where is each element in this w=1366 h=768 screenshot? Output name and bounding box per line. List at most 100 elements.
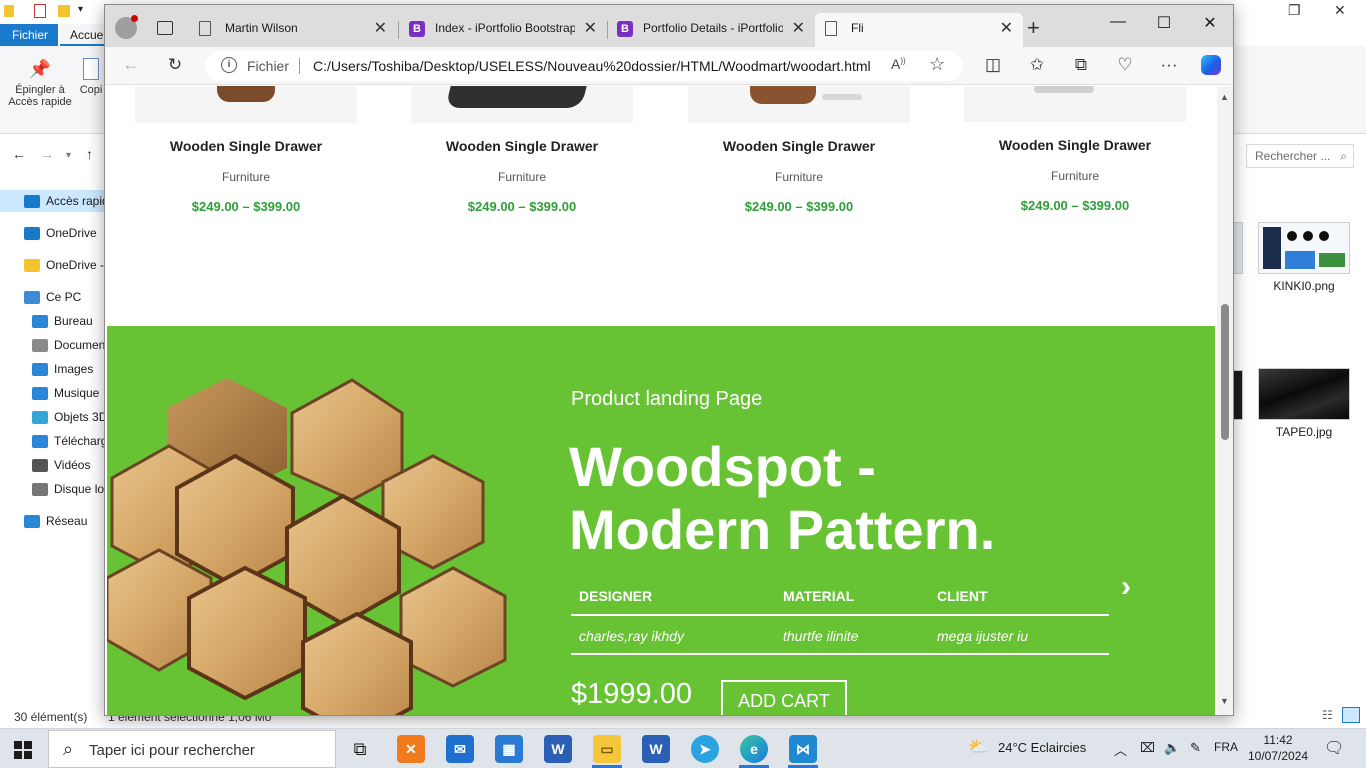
explorer-search-input[interactable]: Rechercher ... ⌕ <box>1246 144 1354 168</box>
sidebar-item[interactable]: Musique <box>0 382 104 404</box>
file-thumbnail-tape[interactable]: TAPE0.jpg <box>1256 368 1352 442</box>
page-scrollbar[interactable]: ▲ ▼ <box>1217 86 1233 715</box>
back-arrow-icon[interactable]: ← <box>119 55 143 75</box>
volume-icon[interactable]: 🔈 <box>1164 740 1180 756</box>
sidebar-item[interactable]: Images <box>0 358 104 380</box>
edge-icon[interactable]: e <box>740 735 768 763</box>
scroll-down-icon[interactable]: ▼ <box>1220 696 1229 706</box>
carousel-next-arrow-icon[interactable]: › <box>1121 570 1131 604</box>
sidebar-item[interactable]: Bureau <box>0 310 104 332</box>
favorites-icon[interactable]: ✩ <box>1025 55 1049 75</box>
product-category[interactable]: Furniture <box>411 170 633 184</box>
sidebar-item[interactable]: Objets 3D <box>0 406 104 428</box>
add-cart-button[interactable]: ADD CART <box>721 680 847 715</box>
tab-iportfolio-index[interactable]: B Index - iPortfolio Bootstrap ✕ <box>399 13 607 47</box>
windows-start-icon[interactable] <box>14 741 32 762</box>
telegram-icon[interactable]: ➤ <box>691 735 719 763</box>
tab-portfolio-details[interactable]: B Portfolio Details - iPortfolio ✕ <box>607 13 815 47</box>
close-tab-icon[interactable]: ✕ <box>792 18 805 38</box>
sidebar-item[interactable]: Disque lo <box>0 478 104 500</box>
split-screen-icon[interactable]: ◫ <box>981 55 1005 75</box>
dropdown-icon[interactable]: ▾ <box>78 4 83 15</box>
taskbar-clock[interactable]: 11:42 10/07/2024 <box>1248 732 1308 764</box>
back-arrow-icon[interactable]: ← <box>12 146 26 162</box>
sidebar-item[interactable]: OneDrive <box>0 222 104 244</box>
product-image[interactable] <box>135 86 357 123</box>
honeycomb-shelf-image <box>107 378 507 715</box>
word-icon[interactable]: W <box>544 735 572 763</box>
collections-icon[interactable]: ⧉ <box>1069 55 1093 75</box>
copilot-icon[interactable] <box>1199 55 1223 80</box>
tray-chevron-icon[interactable]: ︿ <box>1114 740 1127 759</box>
ribbon-tab-file[interactable]: Fichier <box>0 24 58 46</box>
copy-button[interactable]: Copi <box>76 54 106 96</box>
checklist-icon[interactable] <box>34 4 46 18</box>
taskbar-search-input[interactable]: ⌕ Taper ici pour rechercher <box>48 730 336 768</box>
profile-avatar[interactable] <box>115 15 138 39</box>
notification-dot-icon <box>131 15 138 22</box>
forward-arrow-icon[interactable]: → <box>40 146 54 162</box>
up-arrow-icon[interactable]: ↑ <box>86 146 93 162</box>
tab-martin-wilson[interactable]: Martin Wilson ✕ <box>189 13 397 47</box>
xampp-icon[interactable]: ✕ <box>397 735 425 763</box>
folder-icon[interactable] <box>58 5 70 17</box>
input-language[interactable]: FRA <box>1214 740 1238 754</box>
restore-icon[interactable]: ❐ <box>1288 2 1301 19</box>
product-image[interactable] <box>411 86 633 123</box>
product-name[interactable]: Wooden Single Drawer <box>964 137 1186 153</box>
maximize-button[interactable]: ☐ <box>1149 13 1179 33</box>
read-aloud-icon[interactable]: A)) <box>891 56 906 72</box>
favorite-star-icon[interactable]: ☆ <box>929 54 945 75</box>
product-image[interactable] <box>688 86 910 123</box>
sidebar-item[interactable]: Télécharg <box>0 430 104 452</box>
mail-icon[interactable]: ✉ <box>446 735 474 763</box>
network-icon[interactable]: ⌧ <box>1140 740 1155 756</box>
weather-icon[interactable]: ⛅ <box>968 737 988 757</box>
sidebar-item[interactable]: Documen <box>0 334 104 356</box>
word-document-icon[interactable]: W <box>642 735 670 763</box>
scrollbar-thumb[interactable] <box>1221 304 1229 440</box>
task-view-icon[interactable]: ⧉ <box>346 735 374 763</box>
refresh-icon[interactable]: ↻ <box>163 55 187 75</box>
browser-essentials-icon[interactable]: ♡ <box>1113 55 1137 75</box>
sidebar-item[interactable]: Ce PC <box>0 286 104 308</box>
vscode-icon[interactable]: ⋈ <box>789 735 817 763</box>
notifications-icon[interactable]: 🗨 <box>1324 738 1344 758</box>
sidebar-item[interactable]: OneDrive - <box>0 254 104 276</box>
info-icon[interactable]: i <box>221 57 237 73</box>
sidebar-item[interactable]: Réseau <box>0 510 104 532</box>
tab-actions-icon[interactable] <box>157 21 173 35</box>
product-category[interactable]: Furniture <box>688 170 910 184</box>
close-tab-icon[interactable]: ✕ <box>584 18 597 38</box>
close-tab-icon[interactable]: ✕ <box>374 18 387 38</box>
close-icon[interactable]: ✕ <box>1334 2 1346 19</box>
pin-quick-access-button[interactable]: 📌 Épingler à Accès rapide <box>6 54 74 108</box>
product-category[interactable]: Furniture <box>135 170 357 184</box>
close-tab-icon[interactable]: ✕ <box>1000 18 1013 38</box>
search-placeholder: Rechercher ... <box>1255 149 1331 163</box>
microsoft-store-icon[interactable]: ▦ <box>495 735 523 763</box>
product-name[interactable]: Wooden Single Drawer <box>135 138 357 154</box>
scroll-up-icon[interactable]: ▲ <box>1220 92 1229 102</box>
more-menu-icon[interactable]: ··· <box>1157 55 1181 75</box>
file-thumbnail-kinki[interactable]: KINKI0.png <box>1256 222 1352 296</box>
product-image[interactable] <box>964 86 1186 122</box>
sidebar-item[interactable]: Vidéos <box>0 454 104 476</box>
new-tab-button[interactable]: + <box>1027 17 1040 39</box>
product-name[interactable]: Wooden Single Drawer <box>688 138 910 154</box>
product-name[interactable]: Wooden Single Drawer <box>411 138 633 154</box>
tab-active-fli[interactable]: Fli ✕ <box>815 13 1023 47</box>
details-view-icon[interactable]: ☷ <box>1322 708 1333 722</box>
tiles-view-icon[interactable] <box>1342 707 1360 723</box>
product-category[interactable]: Furniture <box>964 169 1186 183</box>
minimize-button[interactable]: — <box>1103 13 1133 31</box>
product-price: $249.00 – $399.00 <box>744 199 854 214</box>
close-window-button[interactable]: ✕ <box>1195 13 1225 33</box>
sidebar-item[interactable]: Accès rapide <box>0 190 104 212</box>
weather-text[interactable]: 24°C Eclaircies <box>998 740 1086 755</box>
address-url[interactable]: C:/Users/Toshiba/Desktop/USELESS/Nouveau… <box>313 58 871 74</box>
pen-icon[interactable]: ✎ <box>1190 740 1201 756</box>
recent-dropdown-icon[interactable]: ▾ <box>66 150 71 161</box>
file-explorer-icon[interactable]: ▭ <box>593 735 621 763</box>
address-bar[interactable]: i Fichier C:/Users/Toshiba/Desktop/USELE… <box>205 51 963 81</box>
